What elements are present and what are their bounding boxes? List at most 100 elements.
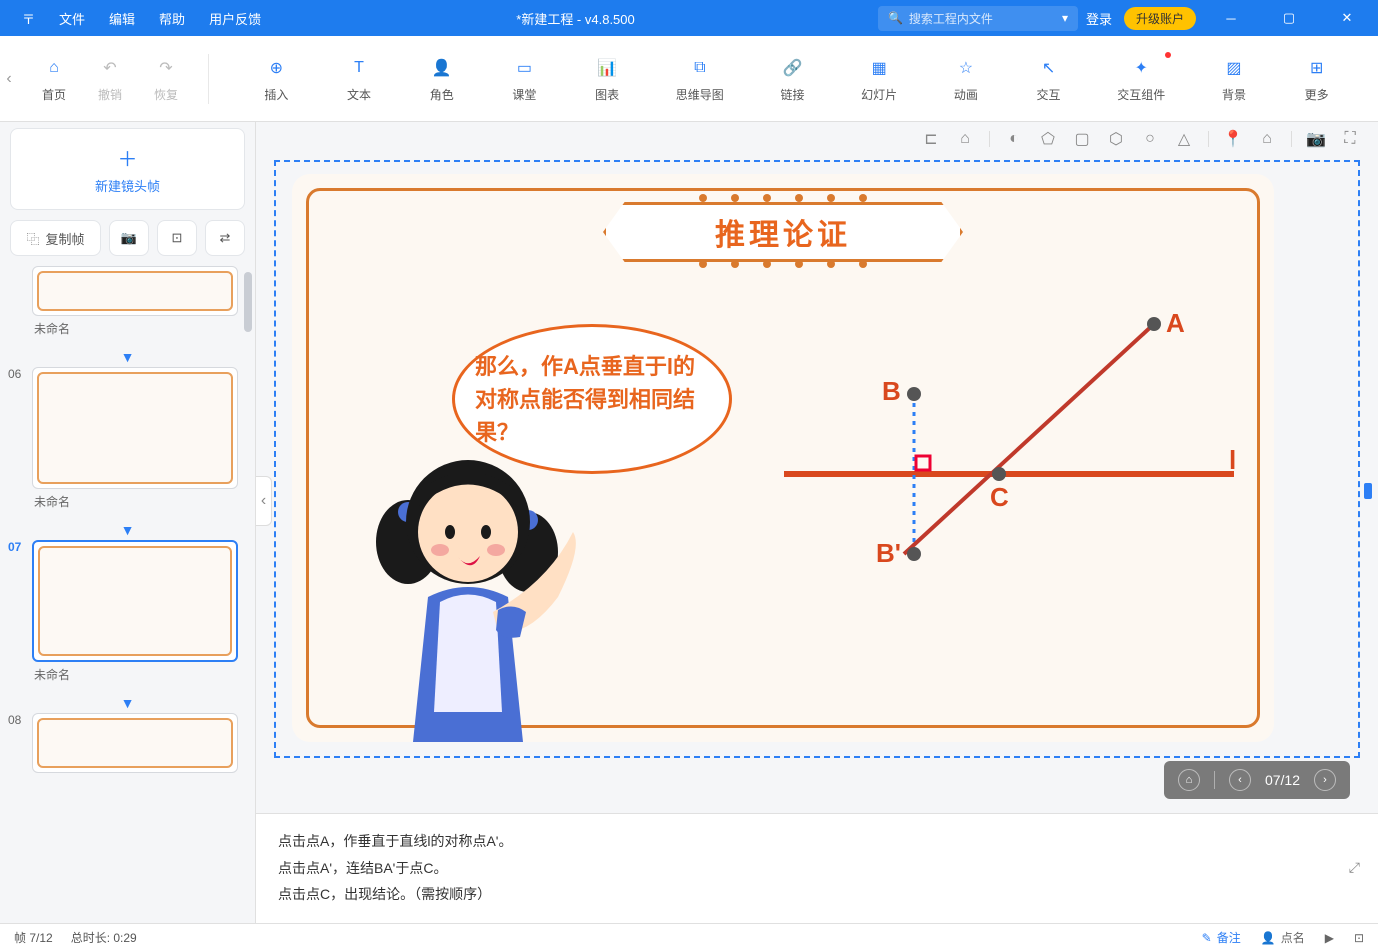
search-icon: 🔍 (888, 11, 903, 25)
list-item[interactable]: 08 (10, 713, 245, 773)
menu-help[interactable]: 帮助 (147, 1, 197, 36)
insert-button[interactable]: ⊕插入 (248, 50, 304, 107)
text-button[interactable]: T文本 (331, 50, 387, 107)
home-icon: ⌂ (40, 54, 68, 82)
transition-icon[interactable]: ▼ (10, 520, 245, 540)
close-button[interactable]: ✕ (1324, 0, 1370, 36)
label-b: B (882, 376, 901, 406)
tool-label: 交互 (1037, 86, 1061, 103)
undo-button[interactable]: ↶ 撤销 (82, 50, 138, 107)
classroom-button[interactable]: ▭ 课堂 (496, 50, 552, 107)
interact-button[interactable]: ↖交互 (1021, 50, 1077, 107)
text-icon: T (345, 54, 373, 82)
status-frame: 帧 7/12 (14, 929, 53, 946)
nav-prev-icon[interactable]: ‹ (1229, 769, 1251, 791)
mindmap-button[interactable]: ⧉思维导图 (662, 50, 738, 107)
stage[interactable]: 推理论证 那么，作A点垂直于l的对称点能否得到相同结果？ (292, 174, 1274, 742)
home3-icon[interactable]: ⌂ (1257, 129, 1277, 149)
shape4-icon[interactable]: ⬡ (1106, 129, 1126, 149)
list-item[interactable]: 07 未命名 (10, 540, 245, 687)
star-icon: ☆ (952, 54, 980, 82)
thumb-name: 未命名 (32, 489, 245, 514)
menu-edit[interactable]: 编辑 (97, 1, 147, 36)
chevron-down-icon[interactable]: ▾ (1062, 11, 1068, 25)
link-button[interactable]: 🔗链接 (764, 50, 820, 107)
person2-icon: 👤 (1261, 931, 1276, 945)
title-banner: 推理论证 (603, 202, 963, 262)
board-icon: ▭ (510, 54, 538, 82)
new-frame-button[interactable]: ＋ 新建镜头帧 (10, 128, 245, 210)
shape5-icon[interactable]: ○ (1140, 129, 1160, 149)
pin-icon[interactable]: 📍 (1223, 129, 1243, 149)
home2-icon[interactable]: ⌂ (955, 129, 975, 149)
shape1-icon[interactable]: ◐ (1004, 129, 1024, 149)
camera2-icon[interactable]: 📷 (1306, 129, 1326, 149)
qr-button[interactable]: ⊡ (157, 220, 197, 256)
expand-icon[interactable]: ⤢ (1349, 854, 1360, 881)
copy-frame-button[interactable]: ⿻ 复制帧 (10, 220, 101, 256)
collapse-sidebar-handle[interactable]: ‹ (256, 476, 272, 526)
fullscreen-icon[interactable]: ⛶ (1340, 129, 1360, 149)
redo-button[interactable]: ↷ 恢复 (138, 50, 194, 107)
label-c: C (990, 482, 1009, 512)
slide-navigator: ⌂ ‹ 07/12 › (1164, 761, 1350, 799)
play-button[interactable]: ▶ (1325, 931, 1334, 945)
maximize-button[interactable]: ▢ (1266, 0, 1312, 36)
role-button[interactable]: 👤角色 (414, 50, 470, 107)
nav-next-icon[interactable]: › (1314, 769, 1336, 791)
shape6-icon[interactable]: △ (1174, 129, 1194, 149)
tool-label: 角色 (430, 86, 454, 103)
tool-label: 插入 (264, 86, 288, 103)
rollcall-label: 点名 (1281, 929, 1305, 946)
tool-label: 交互组件 (1117, 86, 1165, 103)
slides-icon: ▦ (865, 54, 893, 82)
geometry-diagram: l A B C B' (784, 274, 1244, 654)
animation-button[interactable]: ☆ 动画 (938, 50, 994, 107)
search-input[interactable]: 🔍 搜索工程内文件 ▾ (878, 6, 1078, 31)
more-button[interactable]: ⊞更多 (1289, 50, 1345, 107)
decoration-dots (699, 260, 867, 268)
collapse-left-icon[interactable]: ‹ (0, 44, 18, 114)
tool-label: 课堂 (512, 86, 536, 103)
ruler-icon[interactable]: ⊏ (921, 129, 941, 149)
collapse-right-handle[interactable] (1364, 483, 1372, 499)
menu-feedback[interactable]: 用户反馈 (197, 1, 273, 36)
notes-label: 备注 (1217, 929, 1241, 946)
qr-icon: ⊡ (172, 230, 183, 246)
upgrade-button[interactable]: 升级账户 (1124, 7, 1196, 30)
home-button[interactable]: ⌂ 首页 (26, 50, 82, 107)
shape3-icon[interactable]: ▢ (1072, 129, 1092, 149)
thumb-name: 未命名 (32, 316, 245, 341)
canvas-area: ⊏ ⌂ ◐ ⬠ ▢ ⬡ ○ △ 📍 ⌂ 📷 ⛶ 推理论证 (256, 122, 1378, 923)
background-button[interactable]: ▨背景 (1206, 50, 1262, 107)
chart-button[interactable]: 📊图表 (579, 50, 635, 107)
rollcall-button[interactable]: 👤 点名 (1261, 929, 1305, 946)
swap-button[interactable]: ⇄ (205, 220, 245, 256)
minimize-button[interactable]: ─ (1208, 0, 1254, 36)
transition-icon[interactable]: ▼ (10, 347, 245, 367)
tool-label: 动画 (954, 86, 978, 103)
decoration-dots (699, 194, 867, 202)
badge-dot (1165, 52, 1171, 58)
shape2-icon[interactable]: ⬠ (1038, 129, 1058, 149)
slides-button[interactable]: ▦幻灯片 (847, 50, 911, 107)
present-button[interactable]: ⊡ (1354, 931, 1364, 945)
transition-icon[interactable]: ▼ (10, 693, 245, 713)
label-bp: B' (876, 538, 901, 568)
list-item[interactable]: 未命名 (10, 266, 245, 341)
widget-button[interactable]: ✦交互组件 (1103, 50, 1179, 107)
scrollbar[interactable] (244, 272, 252, 332)
statusbar: 帧 7/12 总时长: 0:29 ✎备注 👤点名 ▶ ⊡ (0, 923, 1378, 951)
link-icon: 🔗 (778, 54, 806, 82)
app-logo-icon[interactable]: 〒 (10, 1, 47, 36)
login-button[interactable]: 登录 (1086, 9, 1112, 28)
copy-frame-label: 复制帧 (46, 229, 85, 248)
camera-button[interactable]: 📷 (109, 220, 149, 256)
nav-home-icon[interactable]: ⌂ (1178, 769, 1200, 791)
slide-counter: 07/12 (1265, 772, 1300, 788)
list-item[interactable]: 06 未命名 (10, 367, 245, 514)
notes-button[interactable]: ✎备注 (1202, 929, 1241, 946)
background-icon: ▨ (1220, 54, 1248, 82)
menu-file[interactable]: 文件 (47, 1, 97, 36)
swap-icon: ⇄ (220, 230, 231, 246)
